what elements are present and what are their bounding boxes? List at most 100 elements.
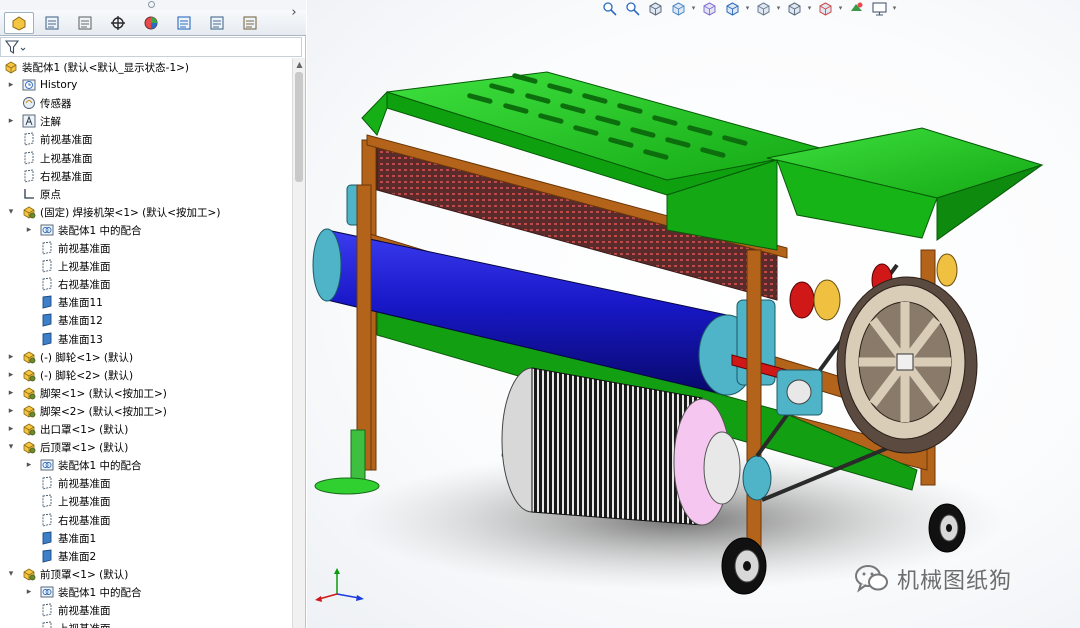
tree-item-label: (-) 脚轮<2> (默认)	[40, 369, 134, 382]
tree-root[interactable]: 装配体1 (默认<默认_显示状态-1>)	[0, 58, 292, 76]
tree-item[interactable]: 上视基准面	[0, 492, 292, 510]
configuration-manager-icon	[78, 16, 92, 30]
expand-arrow-closed-icon[interactable]: ▸	[24, 460, 34, 470]
mates-icon	[40, 586, 54, 598]
wechat-icon	[855, 565, 888, 593]
part-icon	[23, 405, 36, 418]
tree-item-label: 出口罩<1> (默认)	[40, 423, 129, 436]
expand-arrow-closed-icon[interactable]: ▸	[6, 80, 16, 90]
part-icon	[23, 387, 36, 400]
tree-item-label: 基准面13	[58, 333, 103, 346]
machine-model[interactable]	[307, 0, 1080, 628]
tree-item[interactable]: ▸ 脚架<2> (默认<按加工>)	[0, 402, 292, 420]
cam-tool-tab[interactable]	[235, 12, 265, 34]
sensor-icon	[23, 97, 35, 109]
tree-item[interactable]: 右视基准面	[0, 167, 292, 185]
tree-scrollbar[interactable]: ▲	[292, 58, 305, 628]
tree-item-label: 上视基准面	[58, 495, 111, 508]
tree-item[interactable]: 上视基准面	[0, 149, 292, 167]
tree-item[interactable]: 基准面2	[0, 547, 292, 565]
tree-item[interactable]: ▾ 前顶罩<1> (默认)	[0, 565, 292, 583]
plane-icon	[42, 603, 52, 617]
expand-arrow-closed-icon[interactable]: ▸	[6, 424, 16, 434]
tree-item[interactable]: ▸ (-) 脚轮<1> (默认)	[0, 348, 292, 366]
assembly-icon	[5, 61, 17, 74]
tree-item[interactable]: 基准面12	[0, 311, 292, 329]
plane-icon	[42, 494, 52, 508]
flywheel[interactable]	[836, 276, 978, 454]
ref-plane-icon	[42, 295, 52, 309]
expand-arrow-closed-icon[interactable]: ▸	[6, 406, 16, 416]
tree-item[interactable]: ▸ 装配体1 中的配合	[0, 456, 292, 474]
tree-item[interactable]: ▸ 装配体1 中的配合	[0, 221, 292, 239]
property-manager-tab[interactable]	[37, 12, 67, 34]
expand-arrow-open-icon[interactable]: ▾	[6, 207, 16, 217]
tree-item-label: 基准面1	[58, 532, 97, 545]
tree-item[interactable]: ▸ 注解	[0, 112, 292, 130]
tree-item[interactable]: 传感器	[0, 94, 292, 112]
mates-icon	[40, 459, 54, 471]
dimxpert-manager-icon	[111, 16, 125, 30]
history-icon	[22, 79, 36, 91]
feature-manager-panel: › 装配体1 (默认<默认_显示状态-1>) ▸ History 传感器 ▸ 注解 前视基…	[0, 0, 306, 628]
expand-arrow-open-icon[interactable]: ▾	[6, 569, 16, 579]
configuration-manager-tab[interactable]	[70, 12, 100, 34]
expand-arrow-closed-icon[interactable]: ▸	[6, 370, 16, 380]
filter-icon[interactable]	[5, 40, 27, 55]
scroll-thumb[interactable]	[295, 72, 303, 182]
display-manager-tab[interactable]	[136, 12, 166, 34]
tree-item[interactable]: 前视基准面	[0, 601, 292, 619]
tree-item-label: 传感器	[40, 97, 72, 110]
part-icon	[23, 441, 36, 454]
expand-arrow-closed-icon[interactable]: ▸	[6, 388, 16, 398]
tree-item[interactable]: ▾ 后顶罩<1> (默认)	[0, 438, 292, 456]
property-manager-icon	[45, 16, 59, 30]
expand-arrow-closed-icon[interactable]: ▸	[24, 587, 34, 597]
tree-item[interactable]: 前视基准面	[0, 474, 292, 492]
plane-icon	[42, 513, 52, 527]
expand-arrow-open-icon[interactable]: ▾	[6, 442, 16, 452]
cam-operation-icon	[210, 16, 224, 30]
tree-item-label: 脚架<2> (默认<按加工>)	[40, 405, 167, 418]
plane-icon	[42, 476, 52, 490]
panel-grip[interactable]	[0, 0, 306, 10]
tabs-more-chevron-icon[interactable]: ›	[287, 4, 301, 22]
tree-item[interactable]: 基准面1	[0, 529, 292, 547]
dimxpert-manager-tab[interactable]	[103, 12, 133, 34]
tree-item[interactable]: 前视基准面	[0, 239, 292, 257]
tree-item[interactable]: ▸ History	[0, 76, 292, 94]
tree-item[interactable]: 右视基准面	[0, 511, 292, 529]
tree-item-label: 基准面12	[58, 314, 103, 327]
tree-item[interactable]: ▸ 装配体1 中的配合	[0, 583, 292, 601]
ref-plane-icon	[42, 549, 52, 563]
expand-arrow-closed-icon[interactable]: ▸	[6, 352, 16, 362]
tree-item-label: 装配体1 中的配合	[58, 459, 142, 472]
tree-item-label: 上视基准面	[58, 260, 111, 273]
tree-item[interactable]: ▾ (固定) 焊接机架<1> (默认<按加工>)	[0, 203, 292, 221]
cam-feature-tab[interactable]	[169, 12, 199, 34]
feature-manager-tab[interactable]	[4, 12, 34, 34]
tree-item[interactable]: 基准面11	[0, 293, 292, 311]
tree-item[interactable]: 上视基准面	[0, 619, 292, 628]
scroll-up-icon[interactable]: ▲	[293, 58, 306, 71]
cam-operation-tab[interactable]	[202, 12, 232, 34]
tree-item[interactable]: ▸ (-) 脚轮<2> (默认)	[0, 366, 292, 384]
tree-item[interactable]: 基准面13	[0, 330, 292, 348]
foot-plate-left	[314, 477, 380, 495]
graphics-area[interactable]: ▾ ▾ ▾ ▾ ▾ ▾ 机械图纸狗	[307, 0, 1080, 628]
motor-hub	[703, 431, 741, 505]
tree-item[interactable]: 右视基准面	[0, 275, 292, 293]
tree-filter-bar[interactable]	[0, 37, 302, 57]
tree-item[interactable]: ▸ 脚架<1> (默认<按加工>)	[0, 384, 292, 402]
watermark: 机械图纸狗	[855, 562, 1012, 596]
tree-item[interactable]: ▸ 出口罩<1> (默认)	[0, 420, 292, 438]
tree-item-label: (-) 脚轮<1> (默认)	[40, 351, 134, 364]
expand-arrow-closed-icon[interactable]: ▸	[6, 116, 16, 126]
tree-item[interactable]: 原点	[0, 185, 292, 203]
expand-arrow-closed-icon[interactable]: ▸	[24, 225, 34, 235]
tree-item-label: 基准面11	[58, 296, 103, 309]
plane-icon	[42, 241, 52, 255]
tree-item[interactable]: 前视基准面	[0, 130, 292, 148]
tree-item[interactable]: 上视基准面	[0, 257, 292, 275]
frame-leg-front-right	[746, 249, 762, 556]
